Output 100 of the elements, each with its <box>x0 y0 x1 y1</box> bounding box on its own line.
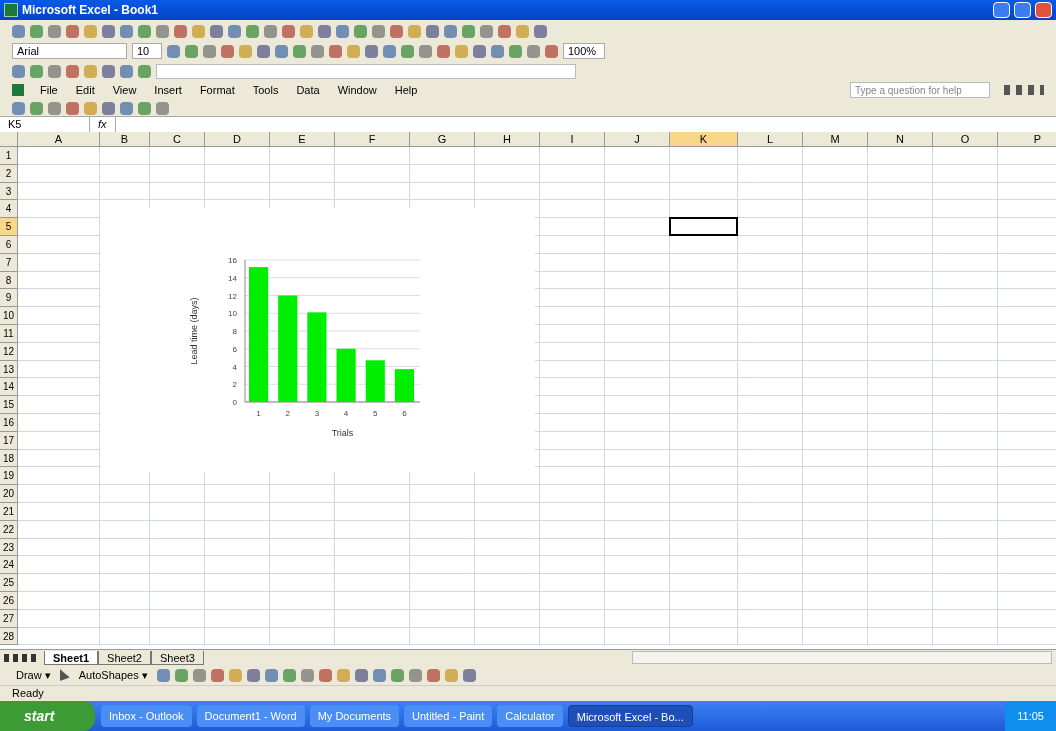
row-header[interactable]: 10 <box>0 307 18 325</box>
format-icon[interactable] <box>491 44 504 58</box>
column-header[interactable]: C <box>150 132 205 147</box>
sheet-tab[interactable]: Sheet2 <box>98 650 151 665</box>
toolbar-icon[interactable] <box>120 24 133 38</box>
format-icon[interactable] <box>527 44 540 58</box>
format-icon[interactable] <box>203 44 216 58</box>
function-button[interactable]: fx <box>90 116 115 133</box>
format-icon[interactable] <box>185 44 198 58</box>
menu-item[interactable]: Tools <box>250 81 281 99</box>
toolbar-icon[interactable] <box>534 24 547 38</box>
column-header[interactable]: B <box>100 132 150 147</box>
format-icon[interactable] <box>293 44 306 58</box>
toolbar-icon[interactable] <box>354 24 367 38</box>
column-header[interactable]: J <box>605 132 670 147</box>
sheet-tab[interactable]: Sheet3 <box>150 650 204 665</box>
address-field[interactable] <box>156 63 576 79</box>
drawing-tool-icon[interactable] <box>354 668 368 682</box>
toolbar-icon[interactable] <box>462 24 475 38</box>
toolbar-icon[interactable] <box>138 24 151 38</box>
column-header[interactable]: L <box>738 132 803 147</box>
web-toolbar-icon[interactable] <box>120 64 133 78</box>
format-icon[interactable] <box>329 44 342 58</box>
toolbar-icon[interactable] <box>48 24 61 38</box>
format-icon[interactable] <box>437 44 450 58</box>
row-header[interactable]: 20 <box>0 485 18 503</box>
toolbar-icon[interactable] <box>516 24 529 38</box>
autoshapes-menu-button[interactable]: AutoShapes ▾ <box>74 666 152 684</box>
format-icon[interactable] <box>239 44 252 58</box>
menu-item[interactable]: Help <box>392 81 420 99</box>
toolbar-icon[interactable] <box>300 24 313 38</box>
column-header[interactable]: I <box>540 132 605 147</box>
format-icon[interactable] <box>419 44 432 58</box>
menu-item[interactable]: Format <box>197 81 237 99</box>
help-search-field[interactable]: Type a question for help <box>850 82 990 98</box>
drawing-tool-icon[interactable] <box>462 668 476 682</box>
format-icon[interactable] <box>275 44 288 58</box>
web-toolbar-icon[interactable] <box>66 64 79 78</box>
toolbar-icon[interactable] <box>156 24 169 38</box>
format-icon[interactable] <box>221 44 234 58</box>
column-header[interactable]: K <box>670 132 738 147</box>
format-icon[interactable] <box>455 44 468 58</box>
row-header[interactable]: 9 <box>0 289 18 308</box>
row-header[interactable]: 4 <box>0 200 18 219</box>
web-toolbar-icon[interactable] <box>138 64 151 78</box>
start-button[interactable]: start <box>0 701 95 731</box>
drawing-tool-icon[interactable] <box>174 668 188 682</box>
drawing-tool-icon[interactable] <box>228 668 242 682</box>
draw-menu-button[interactable]: Draw ▾ <box>12 666 55 684</box>
toolbar-icon[interactable] <box>192 24 205 38</box>
toolbar-icon[interactable] <box>498 24 511 38</box>
toolbar-icon[interactable] <box>48 101 61 115</box>
menu-item[interactable]: File <box>38 81 60 99</box>
toolbar-icon[interactable] <box>174 24 187 38</box>
column-header[interactable]: F <box>335 132 410 147</box>
column-header[interactable]: G <box>410 132 475 147</box>
menu-item[interactable]: View <box>110 81 139 99</box>
row-header[interactable]: 5 <box>0 218 18 236</box>
drawing-tool-icon[interactable] <box>192 668 206 682</box>
toolbar-icon[interactable] <box>264 24 277 38</box>
menu-item[interactable]: Window <box>335 81 379 99</box>
web-toolbar-icon[interactable] <box>48 64 61 78</box>
format-icon[interactable] <box>347 44 360 58</box>
row-header[interactable]: 14 <box>0 378 18 397</box>
drawing-tool-icon[interactable] <box>210 668 224 682</box>
toolbar-icon[interactable] <box>282 24 295 38</box>
web-toolbar-icon[interactable] <box>84 64 97 78</box>
format-icon[interactable] <box>545 44 558 58</box>
toolbar-icon[interactable] <box>138 101 151 115</box>
column-header[interactable]: E <box>270 132 335 147</box>
format-icon[interactable] <box>257 44 270 58</box>
format-icon[interactable] <box>401 44 414 58</box>
drawing-tool-icon[interactable] <box>444 668 458 682</box>
minimize-button[interactable] <box>993 2 1010 18</box>
row-header[interactable]: 1 <box>0 147 18 165</box>
toolbar-icon[interactable] <box>246 24 259 38</box>
web-toolbar-icon[interactable] <box>30 64 43 78</box>
font-dropdown[interactable]: Arial <box>12 43 127 59</box>
sheet-tab[interactable]: Sheet1 <box>44 650 99 665</box>
column-header[interactable]: A <box>18 132 100 147</box>
zoom-dropdown[interactable]: 100% <box>563 43 605 59</box>
format-icon[interactable] <box>383 44 396 58</box>
drawing-tool-icon[interactable] <box>246 668 260 682</box>
taskbar-button[interactable]: Microsoft Excel - Bo... <box>567 705 693 727</box>
drawing-tool-icon[interactable] <box>336 668 350 682</box>
toolbar-icon[interactable] <box>102 101 115 115</box>
column-header[interactable]: N <box>868 132 933 147</box>
toolbar-icon[interactable] <box>336 24 349 38</box>
format-icon[interactable] <box>167 44 180 58</box>
drawing-tool-icon[interactable] <box>300 668 314 682</box>
window-controls-icon[interactable] <box>1004 85 1044 95</box>
toolbar-icon[interactable] <box>66 24 79 38</box>
drawing-tool-icon[interactable] <box>318 668 332 682</box>
toolbar-icon[interactable] <box>66 101 79 115</box>
toolbar-icon[interactable] <box>318 24 331 38</box>
toolbar-icon[interactable] <box>84 101 97 115</box>
selected-cell[interactable] <box>669 217 738 236</box>
toolbar-icon[interactable] <box>426 24 439 38</box>
column-header[interactable]: H <box>475 132 540 147</box>
select-all-button[interactable] <box>0 132 18 147</box>
